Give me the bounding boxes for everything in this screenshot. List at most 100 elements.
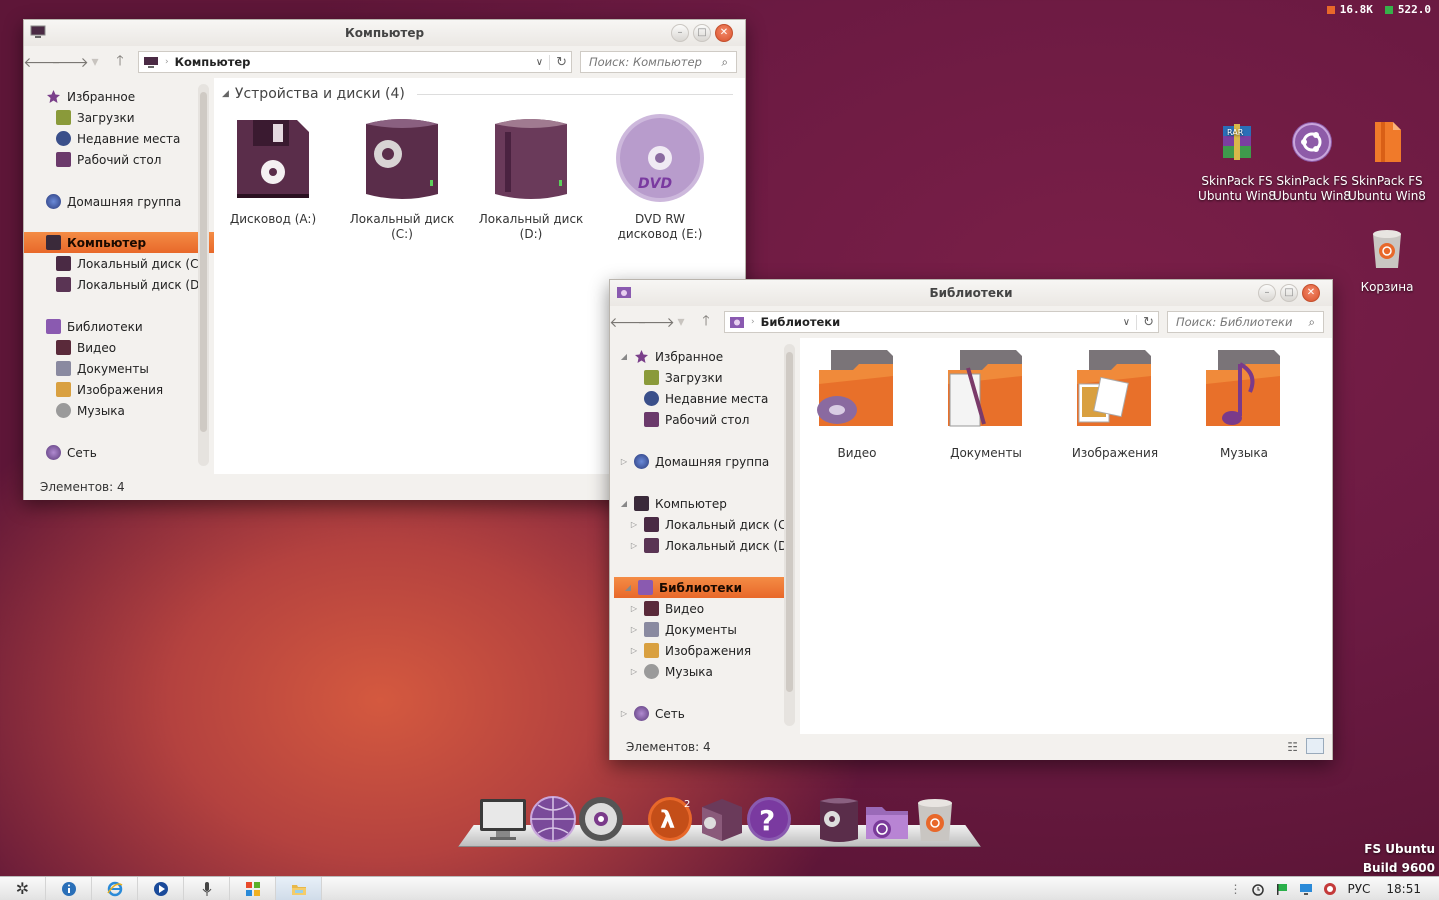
nav-homegroup[interactable]: Домашняя группа xyxy=(24,191,210,212)
volume-icon[interactable] xyxy=(1323,882,1337,896)
nav-local-disk-c[interactable]: ▷ Локальный диск (C:) xyxy=(610,514,796,535)
desktop-icon-skinpack-rar[interactable]: RAR SkinPack FS Ubuntu Win8 xyxy=(1197,118,1277,204)
desktop-icon-recycle-bin[interactable]: Корзина xyxy=(1347,224,1427,295)
history-dropdown-icon[interactable]: ▾ xyxy=(674,312,688,332)
gear-icon[interactable] xyxy=(576,795,626,843)
half-life-2-icon[interactable]: λ 2 xyxy=(646,795,696,843)
nav-libraries[interactable]: ◢ Библиотеки xyxy=(614,577,794,598)
search-input[interactable]: Поиск: Компьютер ⌕ xyxy=(580,51,737,73)
globe-icon[interactable] xyxy=(528,795,578,843)
ubuntu-folder-icon[interactable] xyxy=(862,795,912,843)
nav-documents[interactable]: ▷ Документы xyxy=(610,619,796,640)
minimize-button[interactable]: – xyxy=(1258,284,1276,302)
drive-c[interactable]: Локальный диск (C:) xyxy=(347,110,457,242)
taskbar-windows-store[interactable] xyxy=(230,876,276,900)
minimize-button[interactable]: – xyxy=(671,24,689,42)
desktop-icon-skinpack-ubuntu[interactable]: SkinPack FS Ubuntu Win8 xyxy=(1272,118,1352,204)
taskbar-info[interactable] xyxy=(46,876,92,900)
collapsed-arrow-icon[interactable]: ▷ xyxy=(630,604,638,613)
nav-pictures[interactable]: Изображения xyxy=(24,379,210,400)
maximize-button[interactable]: □ xyxy=(1280,284,1298,302)
nav-network[interactable]: ▷ Сеть xyxy=(610,703,796,724)
refresh-icon[interactable]: ↻ xyxy=(549,54,567,70)
computer-window-titlebar[interactable]: Компьютер – □ ✕ xyxy=(24,20,745,46)
nav-pictures[interactable]: ▷ Изображения xyxy=(610,640,796,661)
nav-local-disk-d[interactable]: ▷ Локальный диск (D:) xyxy=(610,535,796,556)
address-bar[interactable]: › Компьютер ∨ ↻ xyxy=(138,51,572,73)
back-arrow-icon[interactable]: 🡐 xyxy=(23,52,61,72)
nav-desktop[interactable]: Рабочий стол xyxy=(24,149,210,170)
libraries-window[interactable]: Библиотеки – □ ✕ 🡐 🡒 ▾ 🡑 › Библиотеки ∨ … xyxy=(609,279,1333,760)
nav-scrollbar[interactable] xyxy=(784,344,795,726)
refresh-icon[interactable]: ↻ xyxy=(1136,314,1154,330)
start-button[interactable]: ✲ xyxy=(0,876,46,900)
nav-video[interactable]: ▷ Видео xyxy=(610,598,796,619)
nav-libraries[interactable]: Библиотеки xyxy=(24,316,210,337)
nav-video[interactable]: Видео xyxy=(24,337,210,358)
nav-computer[interactable]: Компьютер xyxy=(24,232,218,253)
drive-d[interactable]: Локальный диск (D:) xyxy=(476,110,586,242)
large-icons-view-icon[interactable] xyxy=(1306,738,1324,754)
library-pictures[interactable]: Изображения xyxy=(1060,344,1170,461)
nav-music[interactable]: Музыка xyxy=(24,400,210,421)
history-dropdown-icon[interactable]: ▾ xyxy=(88,52,102,72)
collapsed-arrow-icon[interactable]: ▷ xyxy=(630,520,638,529)
nav-downloads[interactable]: Загрузки xyxy=(610,367,796,388)
close-button[interactable]: ✕ xyxy=(715,24,733,42)
alarm-clock-icon[interactable] xyxy=(1251,882,1265,896)
collapsed-arrow-icon[interactable]: ▷ xyxy=(620,457,628,466)
nav-homegroup[interactable]: ▷ Домашняя группа xyxy=(610,451,796,472)
taskbar-internet-explorer[interactable] xyxy=(92,876,138,900)
nav-network[interactable]: Сеть xyxy=(24,442,210,463)
language-indicator[interactable]: РУС xyxy=(1347,882,1370,896)
collapse-arrow-icon[interactable]: ◢ xyxy=(222,89,229,99)
desktop-icon-skinpack-file[interactable]: SkinPack FS Ubuntu Win8 xyxy=(1347,118,1427,204)
up-arrow-icon[interactable]: 🡑 xyxy=(696,312,716,332)
address-bar[interactable]: › Библиотеки ∨ ↻ xyxy=(724,311,1159,333)
maximize-button[interactable]: □ xyxy=(693,24,711,42)
library-documents[interactable]: Документы xyxy=(931,344,1041,461)
drive-e[interactable]: DVD DVD RW дисковод (E:) xyxy=(605,110,715,242)
address-dropdown-icon[interactable]: ∨ xyxy=(1123,317,1130,328)
collapsed-arrow-icon[interactable]: ▷ xyxy=(620,709,628,718)
nav-scrollbar-thumb[interactable] xyxy=(200,92,207,432)
back-arrow-icon[interactable]: 🡐 xyxy=(609,312,647,332)
address-dropdown-icon[interactable]: ∨ xyxy=(536,57,543,68)
display-icon[interactable] xyxy=(1299,882,1313,896)
nav-local-disk-d[interactable]: Локальный диск (D:) xyxy=(24,274,210,295)
nav-scrollbar-thumb[interactable] xyxy=(786,352,793,692)
system-disk-icon[interactable] xyxy=(814,795,864,843)
forward-arrow-icon[interactable]: 🡒 xyxy=(637,312,675,332)
expanded-arrow-icon[interactable]: ◢ xyxy=(620,352,628,361)
forward-arrow-icon[interactable]: 🡒 xyxy=(51,52,89,72)
libraries-window-titlebar[interactable]: Библиотеки – □ ✕ xyxy=(610,280,1332,306)
tray-grip-icon[interactable]: ⋮ xyxy=(1229,882,1241,896)
taskbar-explorer[interactable] xyxy=(276,876,322,900)
collapsed-arrow-icon[interactable]: ▷ xyxy=(630,625,638,634)
collapsed-arrow-icon[interactable]: ▷ xyxy=(630,667,638,676)
nav-recent-places[interactable]: Недавние места xyxy=(610,388,796,409)
flag-icon[interactable] xyxy=(1275,882,1289,896)
search-input[interactable]: Поиск: Библиотеки ⌕ xyxy=(1167,311,1324,333)
nav-local-disk-c[interactable]: Локальный диск (C:) xyxy=(24,253,210,274)
monitor-icon[interactable] xyxy=(478,795,528,843)
taskbar-microphone[interactable] xyxy=(184,876,230,900)
nav-computer[interactable]: ◢ Компьютер xyxy=(610,493,796,514)
group-header[interactable]: ◢ Устройства и диски (4) xyxy=(222,86,733,102)
library-video[interactable]: Видео xyxy=(802,344,912,461)
recycle-bin-icon[interactable] xyxy=(910,795,960,843)
clock[interactable]: 18:51 xyxy=(1386,882,1421,896)
collapsed-arrow-icon[interactable]: ▷ xyxy=(630,646,638,655)
nav-recent-places[interactable]: Недавние места xyxy=(24,128,210,149)
nav-favorites[interactable]: ◢ Избранное xyxy=(610,346,796,367)
details-view-icon[interactable]: ☷ xyxy=(1287,740,1298,754)
expanded-arrow-icon[interactable]: ◢ xyxy=(624,583,632,592)
nav-favorites[interactable]: Избранное xyxy=(24,86,210,107)
nav-documents[interactable]: Документы xyxy=(24,358,210,379)
nav-music[interactable]: ▷ Музыка xyxy=(610,661,796,682)
up-arrow-icon[interactable]: 🡑 xyxy=(110,52,130,72)
help-icon[interactable]: ? xyxy=(744,795,794,843)
expanded-arrow-icon[interactable]: ◢ xyxy=(620,499,628,508)
nav-scrollbar[interactable] xyxy=(198,84,209,466)
collapsed-arrow-icon[interactable]: ▷ xyxy=(630,541,638,550)
